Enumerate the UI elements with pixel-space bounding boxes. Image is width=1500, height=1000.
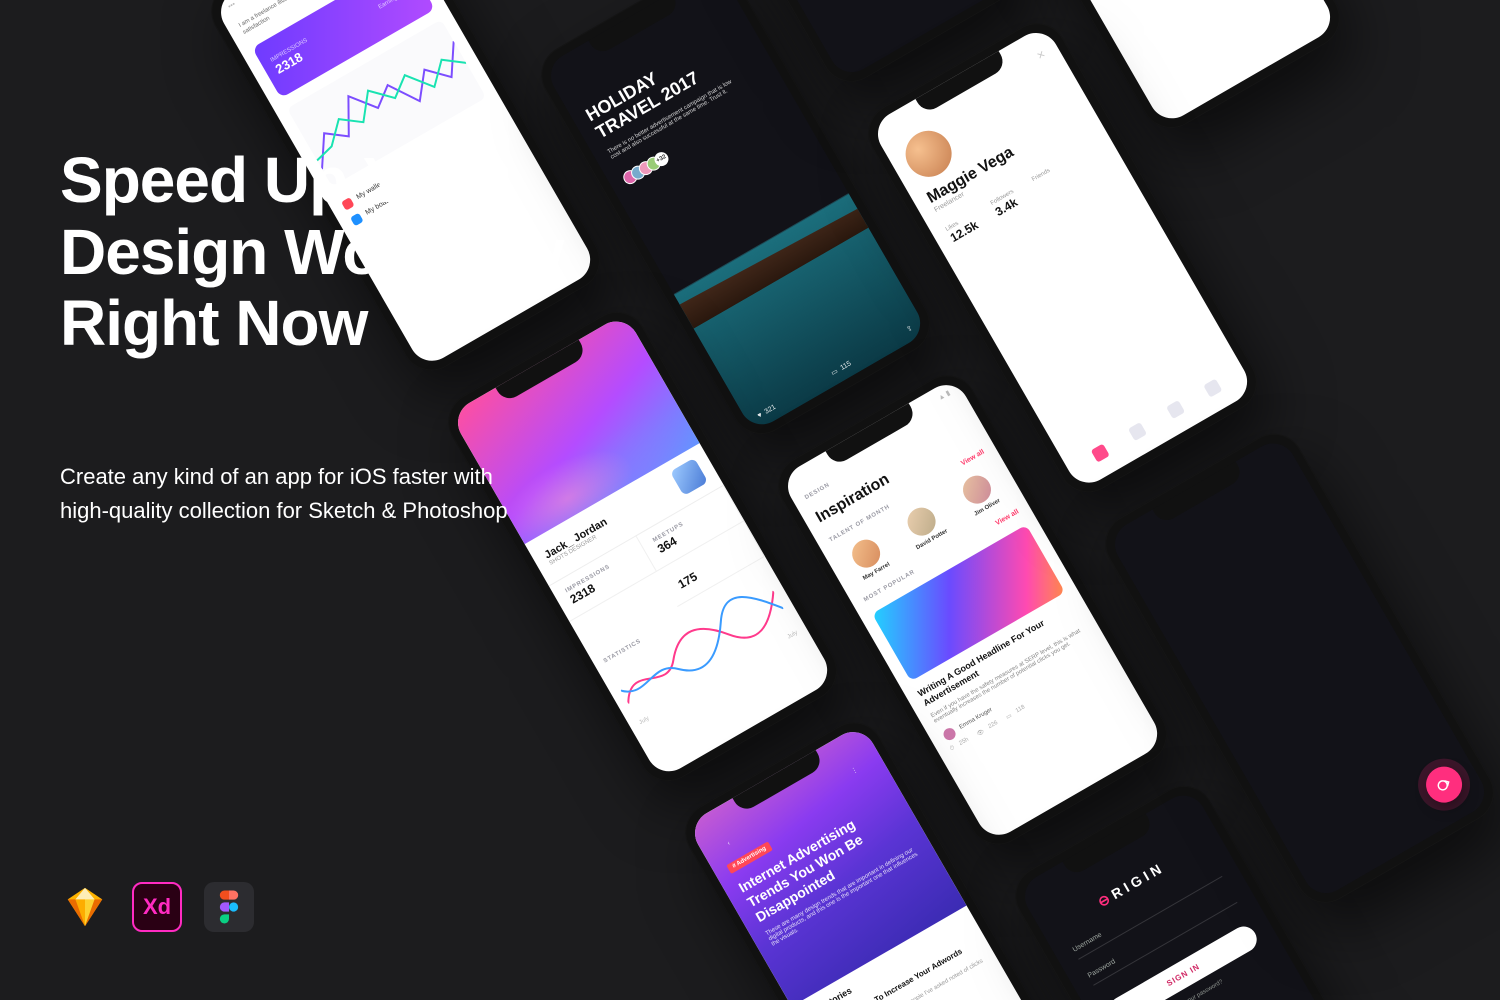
profile-tab[interactable] bbox=[1166, 400, 1185, 419]
headline-line-1: Speed Up Your bbox=[60, 145, 680, 217]
fab-button[interactable] bbox=[1419, 760, 1468, 809]
close-icon[interactable]: ✕ bbox=[892, 49, 1048, 146]
supported-tools-row: Xd bbox=[60, 882, 254, 932]
promo-canvas: Speed Up Your Design Workflow Right Now … bbox=[0, 0, 1500, 1000]
profile-tab[interactable] bbox=[1203, 378, 1222, 397]
profile-tab[interactable] bbox=[1090, 444, 1109, 463]
headline-line-2: Design Workflow bbox=[60, 217, 680, 289]
sketch-icon bbox=[60, 882, 110, 932]
insp-meta-eta: ⏱ 25h bbox=[949, 736, 970, 752]
subheadline: Create any kind of an app for iOS faster… bbox=[60, 460, 540, 528]
headline-line-3: Right Now bbox=[60, 288, 680, 360]
figma-icon bbox=[204, 882, 254, 932]
axis-label: July bbox=[787, 630, 799, 641]
axis-label: July bbox=[638, 716, 650, 727]
profile-tab[interactable] bbox=[1128, 422, 1147, 441]
headline: Speed Up Your Design Workflow Right Now bbox=[60, 145, 680, 360]
insp-view-all-2[interactable]: View all bbox=[995, 508, 1021, 527]
left-column: Speed Up Your Design Workflow Right Now … bbox=[60, 145, 680, 528]
wallet-report-cap: Earning report bbox=[377, 0, 413, 10]
adobe-xd-icon: Xd bbox=[132, 882, 182, 932]
